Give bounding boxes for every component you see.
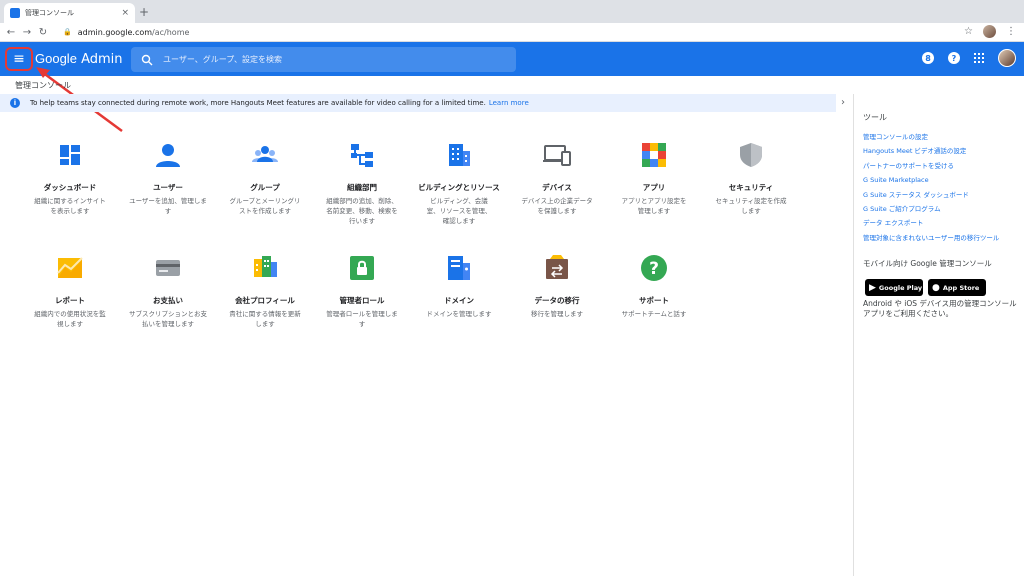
info-icon: i — [10, 98, 20, 108]
tile-domains[interactable]: ドメイン ドメインを管理します — [409, 253, 509, 319]
tile-label: デバイス — [542, 183, 572, 192]
company-profile-icon — [254, 256, 277, 277]
tool-link[interactable]: データ エクスポート — [863, 216, 999, 230]
tools-panel: ツール 管理コンソールの設定 Hangouts Meet ビデオ通話の設定 パー… — [853, 94, 1024, 576]
tile-desc: デバイス上の企業データを保護します — [521, 197, 593, 215]
devices-icon — [543, 145, 571, 166]
tile-label: お支払い — [153, 296, 183, 305]
tool-link[interactable]: G Suite ステータス ダッシュボード — [863, 188, 999, 202]
tile-label: グループ — [250, 183, 280, 192]
org-unit-icon — [351, 144, 373, 167]
tile-label: ユーザー — [153, 183, 183, 192]
tile-desc: 貴社に関する情報を更新します — [229, 310, 301, 328]
tile-reports[interactable]: レポート 組織内での使用状況を監視します — [20, 253, 120, 329]
tile-label: アプリ — [642, 183, 666, 192]
domain-icon — [448, 256, 470, 280]
apple-icon: ● — [932, 282, 940, 293]
tile-data-migration[interactable]: データの移行 移行を管理します — [507, 253, 607, 319]
tile-label: 会社プロフィール — [235, 296, 295, 305]
tile-company-profile[interactable]: 会社プロフィール 貴社に関する情報を更新します — [215, 253, 315, 329]
tile-desc: セキュリティ設定を作成します — [715, 197, 787, 215]
building-icon — [449, 144, 470, 166]
user-icon — [156, 144, 180, 167]
tile-desc: 組織に関するインサイトを表示します — [34, 197, 106, 215]
billing-icon — [156, 260, 180, 276]
tile-dashboard[interactable]: ダッシュボード 組織に関するインサイトを表示します — [20, 140, 120, 216]
tile-desc: 組織部門の追加、削除、名前変更、移動、検索を行います — [326, 197, 398, 225]
tile-support[interactable]: ? サポート サポートチームと話す — [604, 253, 704, 319]
svg-text:?: ? — [649, 259, 659, 279]
app-store-badge[interactable]: ● App Store — [928, 279, 986, 296]
tile-label: データの移行 — [534, 296, 580, 305]
tile-desc: 移行を管理します — [531, 310, 583, 318]
tile-desc: アプリとアプリ設定を管理します — [621, 197, 687, 215]
tile-desc: サブスクリプションとお支払いを管理します — [129, 310, 207, 328]
tile-label: セキュリティ — [728, 183, 774, 192]
tool-link[interactable]: G Suite ご紹介プログラム — [863, 202, 999, 216]
group-icon — [252, 146, 278, 162]
tile-apps[interactable]: アプリ アプリとアプリ設定を管理します — [604, 140, 704, 216]
tile-desc: ビルディング、会議室、リソースを管理、確認します — [426, 197, 492, 225]
support-icon: ? — [641, 255, 667, 281]
tile-label: ドメイン — [444, 296, 474, 305]
admin-roles-icon — [350, 256, 374, 280]
tile-desc: ドメインを管理します — [426, 310, 492, 318]
tile-label: サポート — [639, 296, 669, 305]
tile-label: ダッシュボード — [43, 183, 97, 192]
reports-icon — [57, 257, 83, 278]
tools-list: 管理コンソールの設定 Hangouts Meet ビデオ通話の設定 パートナーの… — [863, 130, 999, 245]
tool-link[interactable]: 管理コンソールの設定 — [863, 130, 999, 144]
dashboard-icon — [60, 145, 80, 165]
shield-icon — [740, 143, 762, 167]
tile-devices[interactable]: デバイス デバイス上の企業データを保護します — [507, 140, 607, 216]
tile-users[interactable]: ユーザー ユーザーを追加、管理します — [118, 140, 218, 216]
tile-desc: サポートチームと話す — [621, 310, 687, 318]
tile-label: 組織部門 — [347, 183, 377, 192]
tool-link[interactable]: Hangouts Meet ビデオ通話の設定 — [863, 144, 999, 158]
google-play-label: Google Play — [878, 283, 923, 292]
app-store-label: App Store — [942, 283, 980, 292]
apps-icon — [642, 143, 666, 167]
tools-title: ツール — [863, 113, 887, 122]
tool-link[interactable]: 管理対象に含まれないユーザー用の移行ツール — [863, 231, 999, 245]
tile-billing[interactable]: お支払い サブスクリプションとお支払いを管理します — [118, 253, 218, 329]
collapse-panel-icon[interactable]: › — [841, 97, 845, 108]
data-migration-icon — [546, 255, 568, 279]
tool-link[interactable]: G Suite Marketplace — [863, 173, 999, 187]
play-icon: ▶ — [869, 282, 876, 293]
tool-link[interactable]: パートナーのサポートを受ける — [863, 159, 999, 173]
google-play-badge[interactable]: ▶ Google Play — [865, 279, 923, 296]
tile-groups[interactable]: グループ グループとメーリングリストを作成します — [215, 140, 315, 216]
tile-label: 管理者ロール — [339, 296, 385, 305]
tile-desc: 管理者ロールを管理します — [326, 310, 398, 328]
info-banner: i To help teams stay connected during re… — [0, 94, 836, 112]
banner-text: To help teams stay connected during remo… — [30, 99, 486, 107]
mobile-app-title: モバイル向け Google 管理コンソール — [863, 259, 992, 268]
tile-buildings[interactable]: ビルディングとリソース ビルディング、会議室、リソースを管理、確認します — [409, 140, 509, 226]
breadcrumb[interactable]: 管理コンソール — [15, 80, 71, 91]
tile-admin-roles[interactable]: 管理者ロール 管理者ロールを管理します — [312, 253, 412, 329]
tile-label: レポート — [55, 296, 85, 305]
tile-org-units[interactable]: 組織部門 組織部門の追加、削除、名前変更、移動、検索を行います — [312, 140, 412, 226]
tile-desc: グループとメーリングリストを作成します — [229, 197, 301, 215]
tile-label: ビルディングとリソース — [418, 183, 500, 192]
learn-more-link[interactable]: Learn more — [489, 99, 529, 107]
mobile-app-desc: Android や iOS デバイス用の管理コンソール アプリをご利用ください。 — [863, 299, 1017, 318]
tile-desc: 組織内での使用状況を監視します — [34, 310, 106, 328]
tile-desc: ユーザーを追加、管理します — [129, 197, 207, 215]
tile-security[interactable]: セキュリティ セキュリティ設定を作成します — [701, 140, 801, 216]
